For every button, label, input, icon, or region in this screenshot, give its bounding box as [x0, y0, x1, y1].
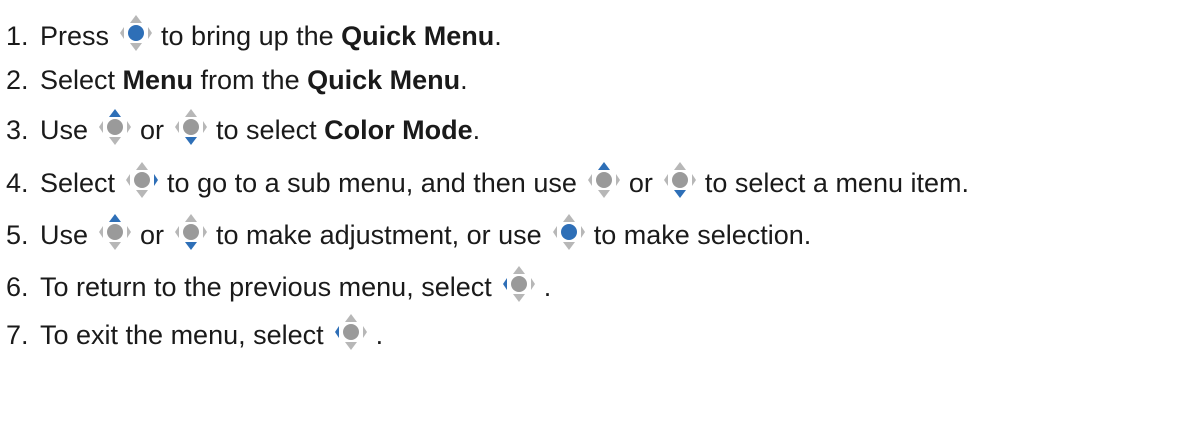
step-text: Use [40, 115, 89, 145]
step-number: 1. [6, 21, 29, 51]
step-number: 6. [6, 272, 29, 302]
step-text: Use [40, 220, 89, 250]
step-text: Press [40, 21, 110, 51]
joystick-up-icon [98, 107, 132, 147]
joystick-press-icon [119, 13, 153, 53]
step-text: . [494, 21, 502, 51]
step-text: . [543, 272, 552, 302]
joystick-right-icon [125, 160, 159, 200]
step-number: 3. [6, 115, 29, 145]
step-text: to select a menu item. [704, 168, 969, 198]
joystick-down-icon [174, 212, 208, 252]
step-number: 7. [6, 320, 29, 350]
instruction-steps: 1. Press to bring up the Quick Menu. 2. Sele… [0, 0, 1186, 441]
step-5: 5. Use or to make adjustment, or use to make… [6, 213, 811, 257]
joystick-up-icon [587, 160, 621, 200]
step-text: To exit the menu, select [40, 320, 324, 350]
step-text: . [472, 115, 481, 145]
joystick-down-icon [174, 107, 208, 147]
joystick-up-icon [98, 212, 132, 252]
step-2: 2. Select Menu from the Quick Menu. [6, 58, 468, 102]
joystick-left-icon [334, 312, 368, 352]
step-text: or [140, 220, 165, 250]
step-text: to bring up the [161, 21, 342, 51]
step-6: 6. To return to the previous menu, select… [6, 265, 551, 309]
step-text: to make adjustment, or use [216, 220, 542, 250]
step-text: Select [40, 168, 116, 198]
step-text: Select [40, 65, 123, 95]
step-text: from the [193, 65, 308, 95]
step-number: 4. [6, 168, 29, 198]
step-1: 1. Press to bring up the Quick Menu. [6, 14, 502, 58]
step-text: to select [216, 115, 325, 145]
joystick-press-icon [552, 212, 586, 252]
step-7: 7. To exit the menu, select. [6, 313, 383, 357]
step-text: to make selection. [593, 220, 812, 250]
bold-term: Menu [122, 65, 194, 95]
step-text: To return to the previous menu, select [40, 272, 492, 302]
joystick-left-icon [502, 264, 536, 304]
step-text: to go to a sub menu, and then use [167, 168, 577, 198]
bold-term: Quick Menu [307, 65, 461, 95]
step-text: or [628, 168, 653, 198]
step-number: 2. [6, 65, 29, 95]
step-text: or [140, 115, 165, 145]
step-3: 3. Use or to select Color Mode. [6, 108, 480, 152]
step-text: . [375, 320, 384, 350]
step-number: 5. [6, 220, 29, 250]
step-4: 4. Select to go to a sub menu, and then us… [6, 161, 969, 205]
bold-term: Color Mode [324, 115, 473, 145]
joystick-down-icon [663, 160, 697, 200]
bold-term: Quick Menu [341, 21, 495, 51]
step-text: . [460, 65, 468, 95]
